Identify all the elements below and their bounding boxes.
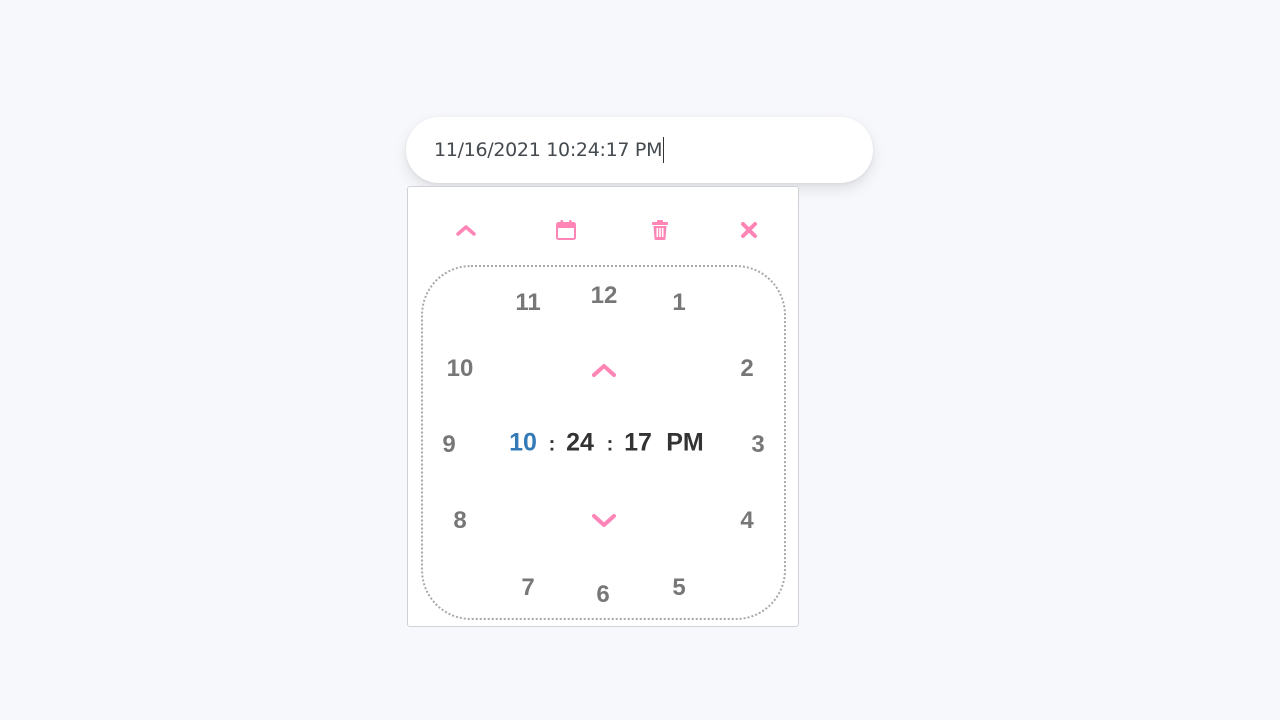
- clock-hour-8[interactable]: 8: [453, 507, 466, 535]
- clock-hour-11[interactable]: 11: [515, 289, 540, 317]
- datetime-picker-popup: 12 1 2 3 4 5 6 7 8 9 10 11 10 : 24 : 17 …: [407, 186, 799, 627]
- clock-hour-3[interactable]: 3: [751, 431, 764, 459]
- clock-face: 12 1 2 3 4 5 6 7 8 9 10 11 10 : 24 : 17 …: [421, 265, 786, 620]
- text-caret: [663, 137, 665, 163]
- datetime-input-value[interactable]: 11/16/2021 10:24:17 PM: [434, 139, 662, 161]
- clock-hour-6[interactable]: 6: [596, 581, 609, 609]
- time-separator: :: [606, 433, 614, 456]
- toolbar-close-button[interactable]: [736, 217, 762, 243]
- clock-hour-4[interactable]: 4: [740, 507, 753, 535]
- chevron-up-icon: [456, 225, 476, 236]
- chevron-down-icon: [592, 514, 616, 527]
- time-separator: :: [548, 433, 556, 456]
- clock-hour-10[interactable]: 10: [447, 355, 474, 383]
- clock-hour-12[interactable]: 12: [591, 282, 618, 310]
- decrement-button[interactable]: [589, 510, 619, 532]
- toolbar-calendar-button[interactable]: [553, 217, 579, 243]
- close-icon: [741, 222, 757, 238]
- clock-hour-5[interactable]: 5: [672, 574, 685, 602]
- toolbar-clear-button[interactable]: [647, 217, 673, 243]
- time-hour-segment[interactable]: 10: [509, 429, 537, 458]
- clock-hour-7[interactable]: 7: [521, 574, 534, 602]
- toolbar-collapse-button[interactable]: [453, 217, 479, 243]
- calendar-icon: [556, 220, 576, 240]
- clock-hour-9[interactable]: 9: [442, 431, 455, 459]
- datetime-input[interactable]: 11/16/2021 10:24:17 PM: [406, 117, 873, 183]
- trash-icon: [652, 220, 668, 240]
- chevron-up-icon: [592, 364, 616, 377]
- time-second-segment[interactable]: 17: [624, 429, 652, 458]
- clock-hour-2[interactable]: 2: [740, 355, 753, 383]
- time-minute-segment[interactable]: 24: [566, 429, 594, 458]
- clock-hour-1[interactable]: 1: [672, 289, 685, 317]
- increment-button[interactable]: [589, 359, 619, 381]
- time-period-toggle[interactable]: PM: [666, 429, 704, 458]
